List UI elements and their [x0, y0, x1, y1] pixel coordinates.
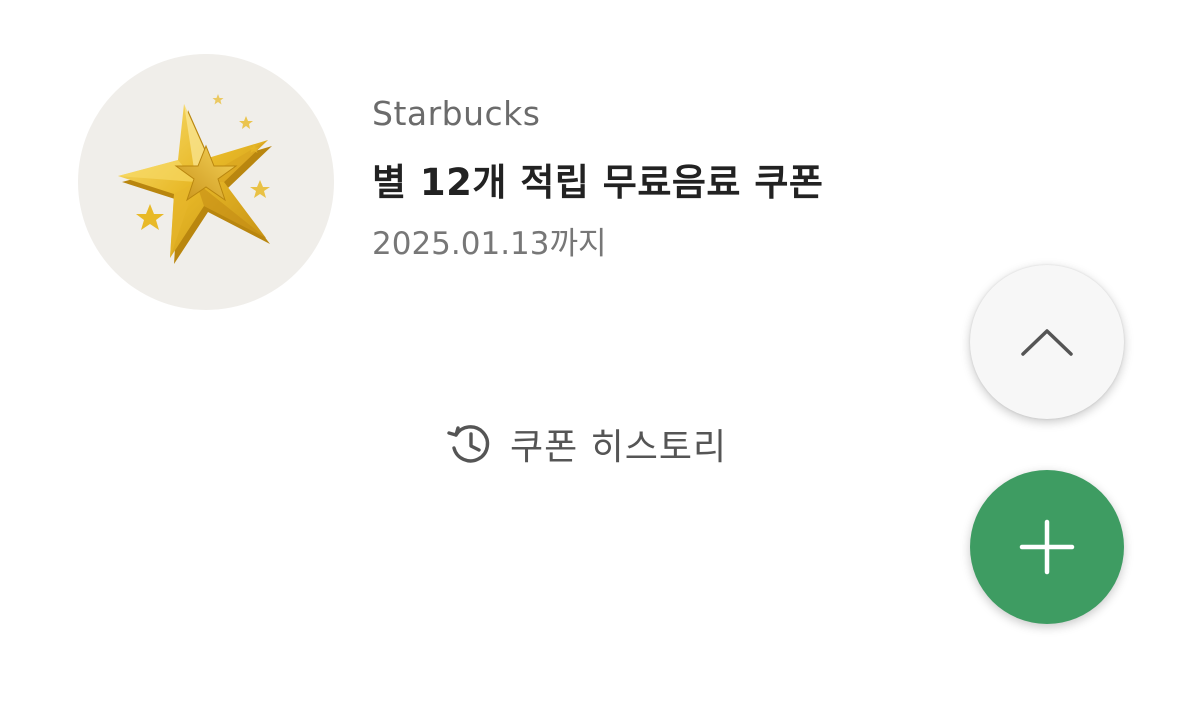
chevron-up-icon	[1021, 329, 1073, 356]
coupon-expiry: 2025.01.13까지	[372, 226, 607, 262]
coupon-thumbnail	[78, 54, 334, 310]
coupon-brand: Starbucks	[372, 94, 541, 133]
add-coupon-button[interactable]	[970, 470, 1124, 624]
history-clock-icon	[447, 425, 490, 463]
gold-stars-icon	[118, 94, 272, 264]
plus-icon	[1019, 519, 1075, 575]
coupon-title: 별 12개 적립 무료음료 쿠폰	[372, 161, 824, 204]
coupon-history-link[interactable]: 쿠폰 히스토리	[444, 416, 727, 472]
scroll-up-button[interactable]	[970, 265, 1124, 419]
coupon-history-label: 쿠폰 히스토리	[510, 427, 728, 468]
